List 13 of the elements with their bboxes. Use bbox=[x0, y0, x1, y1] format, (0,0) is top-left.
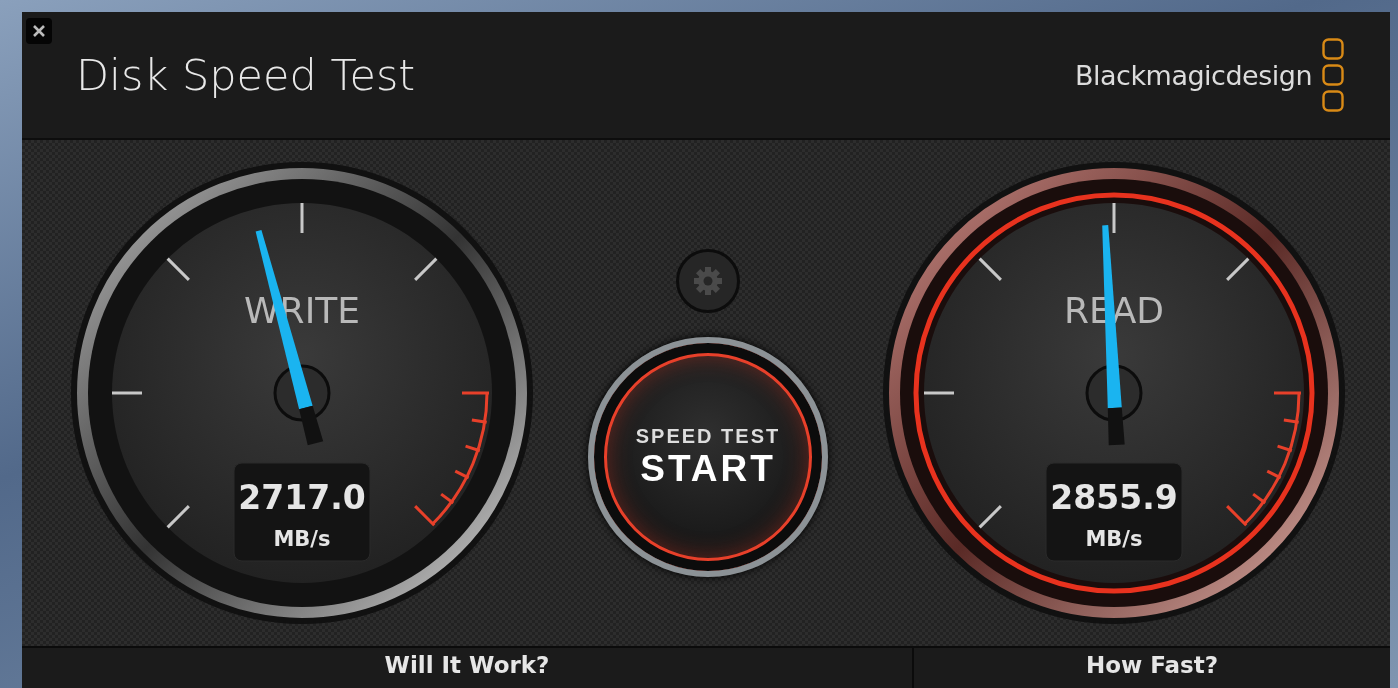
tab[interactable]: How Fast? bbox=[914, 648, 1390, 688]
speed-value: 2855.9 bbox=[1050, 478, 1178, 517]
speed-unit: MB/s bbox=[1085, 527, 1143, 551]
speed-value: 2717.0 bbox=[238, 478, 366, 517]
start-button[interactable]: SPEED TEST START bbox=[588, 337, 828, 577]
tab[interactable]: Will It Work? bbox=[22, 648, 912, 688]
speed-unit: MB/s bbox=[273, 527, 331, 551]
logo-icon bbox=[1322, 38, 1344, 112]
window-title: Disk Speed Test bbox=[76, 50, 416, 100]
brand-name: Blackmagicdesign bbox=[1075, 59, 1312, 91]
close-button[interactable] bbox=[26, 18, 52, 44]
close-icon bbox=[33, 25, 45, 37]
gear-icon bbox=[693, 266, 723, 296]
